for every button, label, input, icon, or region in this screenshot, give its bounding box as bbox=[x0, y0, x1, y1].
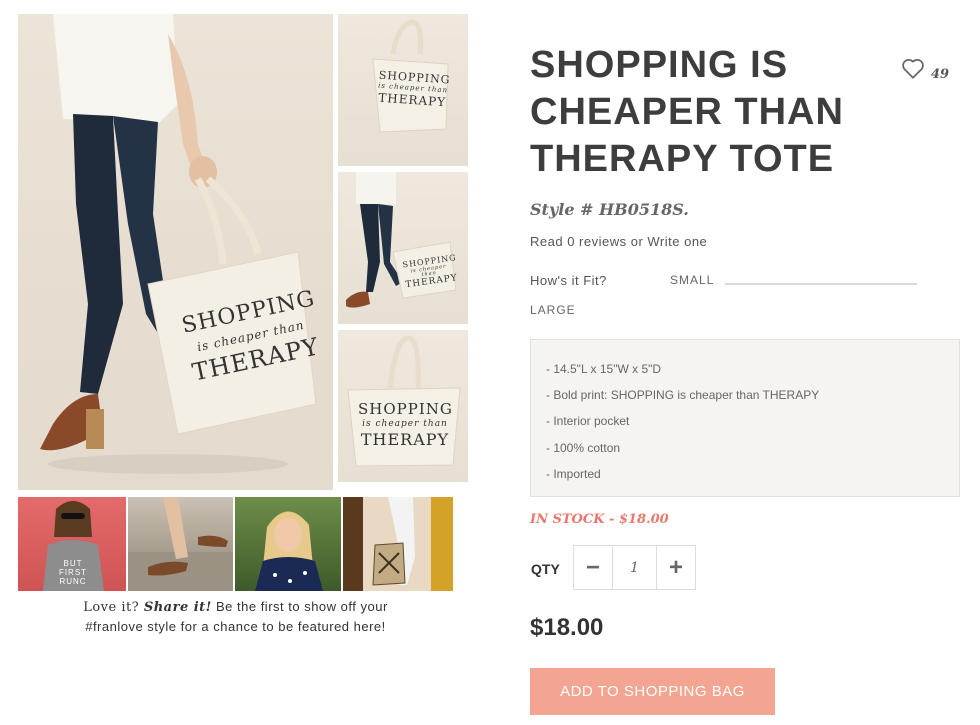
tote-print-thumb3: SHOPPING is cheaper than THERAPY bbox=[358, 402, 452, 448]
description-item: - Interior pocket bbox=[546, 414, 630, 429]
model-with-tote-illustration bbox=[40, 14, 317, 474]
stock-status: IN STOCK - $18.00 bbox=[530, 512, 669, 527]
ugc-shirt-text: BUT FIRST RUNC bbox=[58, 559, 88, 586]
ugc-photo-2[interactable] bbox=[128, 497, 233, 591]
fit-label: How's it Fit? bbox=[530, 273, 607, 288]
ugc-outfit-illustration bbox=[372, 497, 415, 586]
model-walking-illustration bbox=[346, 172, 457, 308]
reviews-link[interactable]: Read 0 reviews or Write one bbox=[530, 234, 707, 249]
ugc-photo-3[interactable] bbox=[235, 497, 341, 591]
product-title: SHOPPING IS CHEAPER THAN THERAPY TOTE bbox=[530, 44, 844, 180]
product-price: $18.00 bbox=[530, 614, 604, 641]
quantity-stepper: − 1 + bbox=[573, 545, 696, 590]
qty-label: QTY bbox=[531, 561, 560, 577]
tote-print-line3: THERAPY bbox=[360, 430, 450, 449]
product-description: - 14.5"L x 15"W x 5"D - Bold print: SHOP… bbox=[530, 339, 960, 497]
fit-small-label: SMALL bbox=[670, 273, 715, 287]
heart-outline-icon[interactable] bbox=[900, 55, 926, 81]
thumbnail-tote-front[interactable]: SHOPPING is cheaper than THERAPY bbox=[338, 330, 468, 482]
description-item: - Imported bbox=[546, 466, 601, 481]
description-item: - 14.5"L x 15"W x 5"D bbox=[546, 362, 662, 376]
tote-print-line2: is cheaper than bbox=[362, 419, 448, 429]
promo-share: Share it! bbox=[143, 600, 212, 615]
promo-prefix: Love it? bbox=[83, 600, 144, 615]
add-to-bag-button[interactable]: ADD TO SHOPPING BAG bbox=[530, 668, 775, 715]
fit-slider-track bbox=[725, 283, 917, 285]
favorites-count: 49 bbox=[931, 67, 950, 82]
minus-icon[interactable]: − bbox=[574, 546, 612, 589]
description-item: - Bold print: SHOPPING is cheaper than T… bbox=[546, 388, 820, 403]
tote-print-thumb1: SHOPPING is cheaper than THERAPY bbox=[377, 69, 451, 110]
quantity-input[interactable]: 1 bbox=[612, 546, 657, 589]
thumbnail-model-walking[interactable]: SHOPPING is cheaper than THERAPY bbox=[338, 172, 468, 324]
ugc-promo-text: Love it? Share it! Be the first to show … bbox=[18, 597, 453, 637]
main-product-image[interactable]: SHOPPING is cheaper than THERAPY bbox=[18, 14, 333, 490]
description-item: - 100% cotton bbox=[546, 440, 621, 455]
ugc-photo-1[interactable]: BUT FIRST RUNC bbox=[18, 497, 126, 591]
style-number: Style # HB0518S. bbox=[530, 200, 689, 219]
tote-print-line1: SHOPPING bbox=[358, 400, 453, 418]
fit-large-label: LARGE bbox=[530, 303, 576, 317]
thumbnail-tote-angle[interactable]: SHOPPING is cheaper than THERAPY bbox=[338, 14, 468, 166]
promo-line1-rest: Be the first to show off your bbox=[211, 599, 388, 614]
plus-icon[interactable]: + bbox=[657, 546, 695, 589]
promo-line2: #franlove style for a chance to be featu… bbox=[85, 619, 386, 634]
ugc-sandals-illustration bbox=[128, 497, 233, 591]
ugc-photo-4[interactable] bbox=[343, 497, 453, 591]
ugc-woman-illustration bbox=[255, 511, 323, 591]
